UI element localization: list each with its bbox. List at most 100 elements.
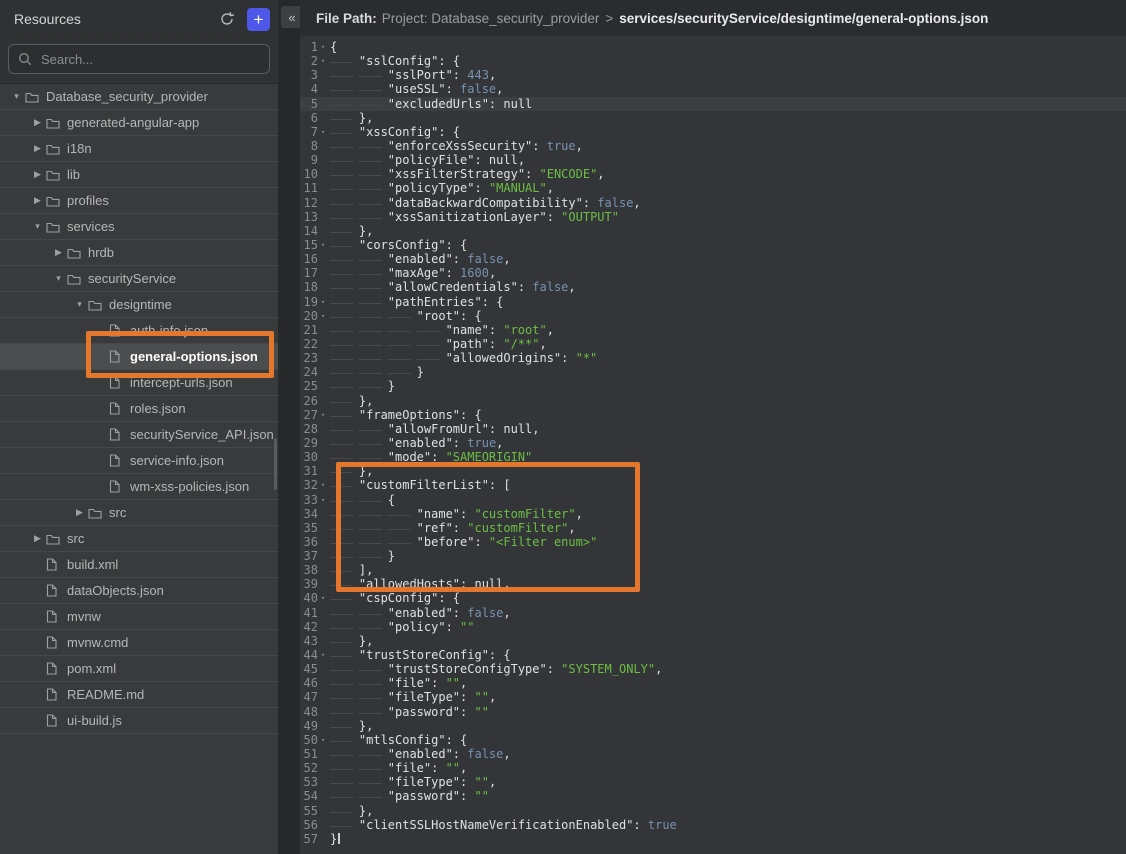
sidebar-item-mvnw-cmd[interactable]: mvnw.cmd <box>0 630 278 656</box>
chevron-down-icon[interactable]: ▾ <box>8 91 25 102</box>
code-line-48[interactable]: 48"password": "" <box>300 705 1126 719</box>
code-line-29[interactable]: 29"enabled": true, <box>300 436 1126 450</box>
code-line-26[interactable]: 26}, <box>300 394 1126 408</box>
sidebar-item-service-info-json[interactable]: service-info.json <box>0 448 278 474</box>
code-line-50[interactable]: 50▾"mtlsConfig": { <box>300 733 1126 747</box>
code-line-49[interactable]: 49}, <box>300 719 1126 733</box>
code-line-44[interactable]: 44▾"trustStoreConfig": { <box>300 648 1126 662</box>
search-input[interactable] <box>39 51 260 68</box>
code-line-47[interactable]: 47"fileType": "", <box>300 690 1126 704</box>
fold-toggle-icon[interactable]: ▾ <box>318 125 328 139</box>
code-line-56[interactable]: 56"clientSSLHostNameVerificationEnabled"… <box>300 818 1126 832</box>
sidebar-item-auth-info-json[interactable]: auth-info.json <box>0 318 278 344</box>
fold-toggle-icon[interactable]: ▾ <box>318 591 328 605</box>
sidebar-item-wm-xss-policies-json[interactable]: wm-xss-policies.json <box>0 474 278 500</box>
code-line-38[interactable]: 38], <box>300 563 1126 577</box>
code-line-17[interactable]: 17"maxAge": 1600, <box>300 266 1126 280</box>
code-line-21[interactable]: 21"name": "root", <box>300 323 1126 337</box>
code-line-39[interactable]: 39"allowedHosts": null, <box>300 577 1126 591</box>
code-line-36[interactable]: 36"before": "<Filter enum>" <box>300 535 1126 549</box>
sidebar-item-intercept-urls-json[interactable]: intercept-urls.json <box>0 370 278 396</box>
code-line-57[interactable]: 57} <box>300 832 1126 846</box>
sidebar-item-database-security-provider[interactable]: ▾Database_security_provider <box>0 84 278 110</box>
chevron-right-icon[interactable]: ▶ <box>50 247 67 258</box>
code-line-6[interactable]: 6}, <box>300 111 1126 125</box>
sidebar-item-generated-angular-app[interactable]: ▶generated-angular-app <box>0 110 278 136</box>
code-line-2[interactable]: 2▾"sslConfig": { <box>300 54 1126 68</box>
code-line-53[interactable]: 53"fileType": "", <box>300 775 1126 789</box>
code-line-54[interactable]: 54"password": "" <box>300 789 1126 803</box>
code-line-20[interactable]: 20▾"root": { <box>300 309 1126 323</box>
code-line-8[interactable]: 8"enforceXssSecurity": true, <box>300 139 1126 153</box>
code-line-40[interactable]: 40▾"cspConfig": { <box>300 591 1126 605</box>
code-line-1[interactable]: 1▾{ <box>300 40 1126 54</box>
sidebar-item-hrdb[interactable]: ▶hrdb <box>0 240 278 266</box>
fold-toggle-icon[interactable]: ▾ <box>318 309 328 323</box>
fold-toggle-icon[interactable]: ▾ <box>318 238 328 252</box>
code-line-18[interactable]: 18"allowCredentials": false, <box>300 280 1126 294</box>
code-editor[interactable]: 1▾{2▾"sslConfig": {3"sslPort": 443,4"use… <box>300 36 1126 854</box>
fold-toggle-icon[interactable]: ▾ <box>318 478 328 492</box>
sidebar-item-roles-json[interactable]: roles.json <box>0 396 278 422</box>
sidebar-item-ui-build-js[interactable]: ui-build.js <box>0 708 278 734</box>
search-box[interactable] <box>8 44 270 74</box>
code-line-4[interactable]: 4"useSSL": false, <box>300 82 1126 96</box>
code-line-46[interactable]: 46"file": "", <box>300 676 1126 690</box>
fold-toggle-icon[interactable]: ▾ <box>318 408 328 422</box>
code-line-41[interactable]: 41"enabled": false, <box>300 606 1126 620</box>
chevron-right-icon[interactable]: ▶ <box>29 169 46 180</box>
chevron-down-icon[interactable]: ▾ <box>71 299 88 310</box>
sidebar-item-mvnw[interactable]: mvnw <box>0 604 278 630</box>
code-line-31[interactable]: 31}, <box>300 464 1126 478</box>
sidebar-scrollbar-thumb[interactable] <box>274 438 277 490</box>
sidebar-item-pom-xml[interactable]: pom.xml <box>0 656 278 682</box>
code-line-51[interactable]: 51"enabled": false, <box>300 747 1126 761</box>
code-line-28[interactable]: 28"allowFromUrl": null, <box>300 422 1126 436</box>
code-line-45[interactable]: 45"trustStoreConfigType": "SYSTEM_ONLY", <box>300 662 1126 676</box>
code-line-13[interactable]: 13"xssSanitizationLayer": "OUTPUT" <box>300 210 1126 224</box>
sidebar-item-services[interactable]: ▾services <box>0 214 278 240</box>
code-line-52[interactable]: 52"file": "", <box>300 761 1126 775</box>
code-line-34[interactable]: 34"name": "customFilter", <box>300 507 1126 521</box>
sidebar-item-securityservice[interactable]: ▾securityService <box>0 266 278 292</box>
code-line-7[interactable]: 7▾"xssConfig": { <box>300 125 1126 139</box>
code-line-12[interactable]: 12"dataBackwardCompatibility": false, <box>300 196 1126 210</box>
code-line-9[interactable]: 9"policyFile": null, <box>300 153 1126 167</box>
fold-toggle-icon[interactable]: ▾ <box>318 648 328 662</box>
chevron-right-icon[interactable]: ▶ <box>29 195 46 206</box>
code-line-19[interactable]: 19▾"pathEntries": { <box>300 295 1126 309</box>
chevron-right-icon[interactable]: ▶ <box>71 507 88 518</box>
code-line-33[interactable]: 33▾{ <box>300 493 1126 507</box>
sidebar-item-i18n[interactable]: ▶i18n <box>0 136 278 162</box>
code-line-30[interactable]: 30"mode": "SAMEORIGIN" <box>300 450 1126 464</box>
sidebar-item-src[interactable]: ▶src <box>0 526 278 552</box>
chevron-down-icon[interactable]: ▾ <box>50 273 67 284</box>
sidebar-item-lib[interactable]: ▶lib <box>0 162 278 188</box>
code-line-16[interactable]: 16"enabled": false, <box>300 252 1126 266</box>
code-line-11[interactable]: 11"policyType": "MANUAL", <box>300 181 1126 195</box>
sidebar-item-dataobjects-json[interactable]: dataObjects.json <box>0 578 278 604</box>
sidebar-item-build-xml[interactable]: build.xml <box>0 552 278 578</box>
code-line-10[interactable]: 10"xssFilterStrategy": "ENCODE", <box>300 167 1126 181</box>
sidebar-item-profiles[interactable]: ▶profiles <box>0 188 278 214</box>
code-line-42[interactable]: 42"policy": "" <box>300 620 1126 634</box>
code-line-37[interactable]: 37} <box>300 549 1126 563</box>
code-line-24[interactable]: 24} <box>300 365 1126 379</box>
code-line-43[interactable]: 43}, <box>300 634 1126 648</box>
code-line-5[interactable]: 5"excludedUrls": null <box>300 97 1126 111</box>
sidebar-item-general-options-json[interactable]: general-options.json <box>0 344 278 370</box>
code-line-15[interactable]: 15▾"corsConfig": { <box>300 238 1126 252</box>
fold-toggle-icon[interactable]: ▾ <box>318 40 328 54</box>
code-line-3[interactable]: 3"sslPort": 443, <box>300 68 1126 82</box>
code-line-55[interactable]: 55}, <box>300 804 1126 818</box>
code-line-14[interactable]: 14}, <box>300 224 1126 238</box>
add-resource-button[interactable]: + <box>247 8 270 31</box>
code-line-35[interactable]: 35"ref": "customFilter", <box>300 521 1126 535</box>
chevron-down-icon[interactable]: ▾ <box>29 221 46 232</box>
fold-toggle-icon[interactable]: ▾ <box>318 295 328 309</box>
refresh-button[interactable] <box>215 7 239 31</box>
sidebar-item-src[interactable]: ▶src <box>0 500 278 526</box>
code-line-25[interactable]: 25} <box>300 379 1126 393</box>
code-line-27[interactable]: 27▾"frameOptions": { <box>300 408 1126 422</box>
chevron-right-icon[interactable]: ▶ <box>29 143 46 154</box>
